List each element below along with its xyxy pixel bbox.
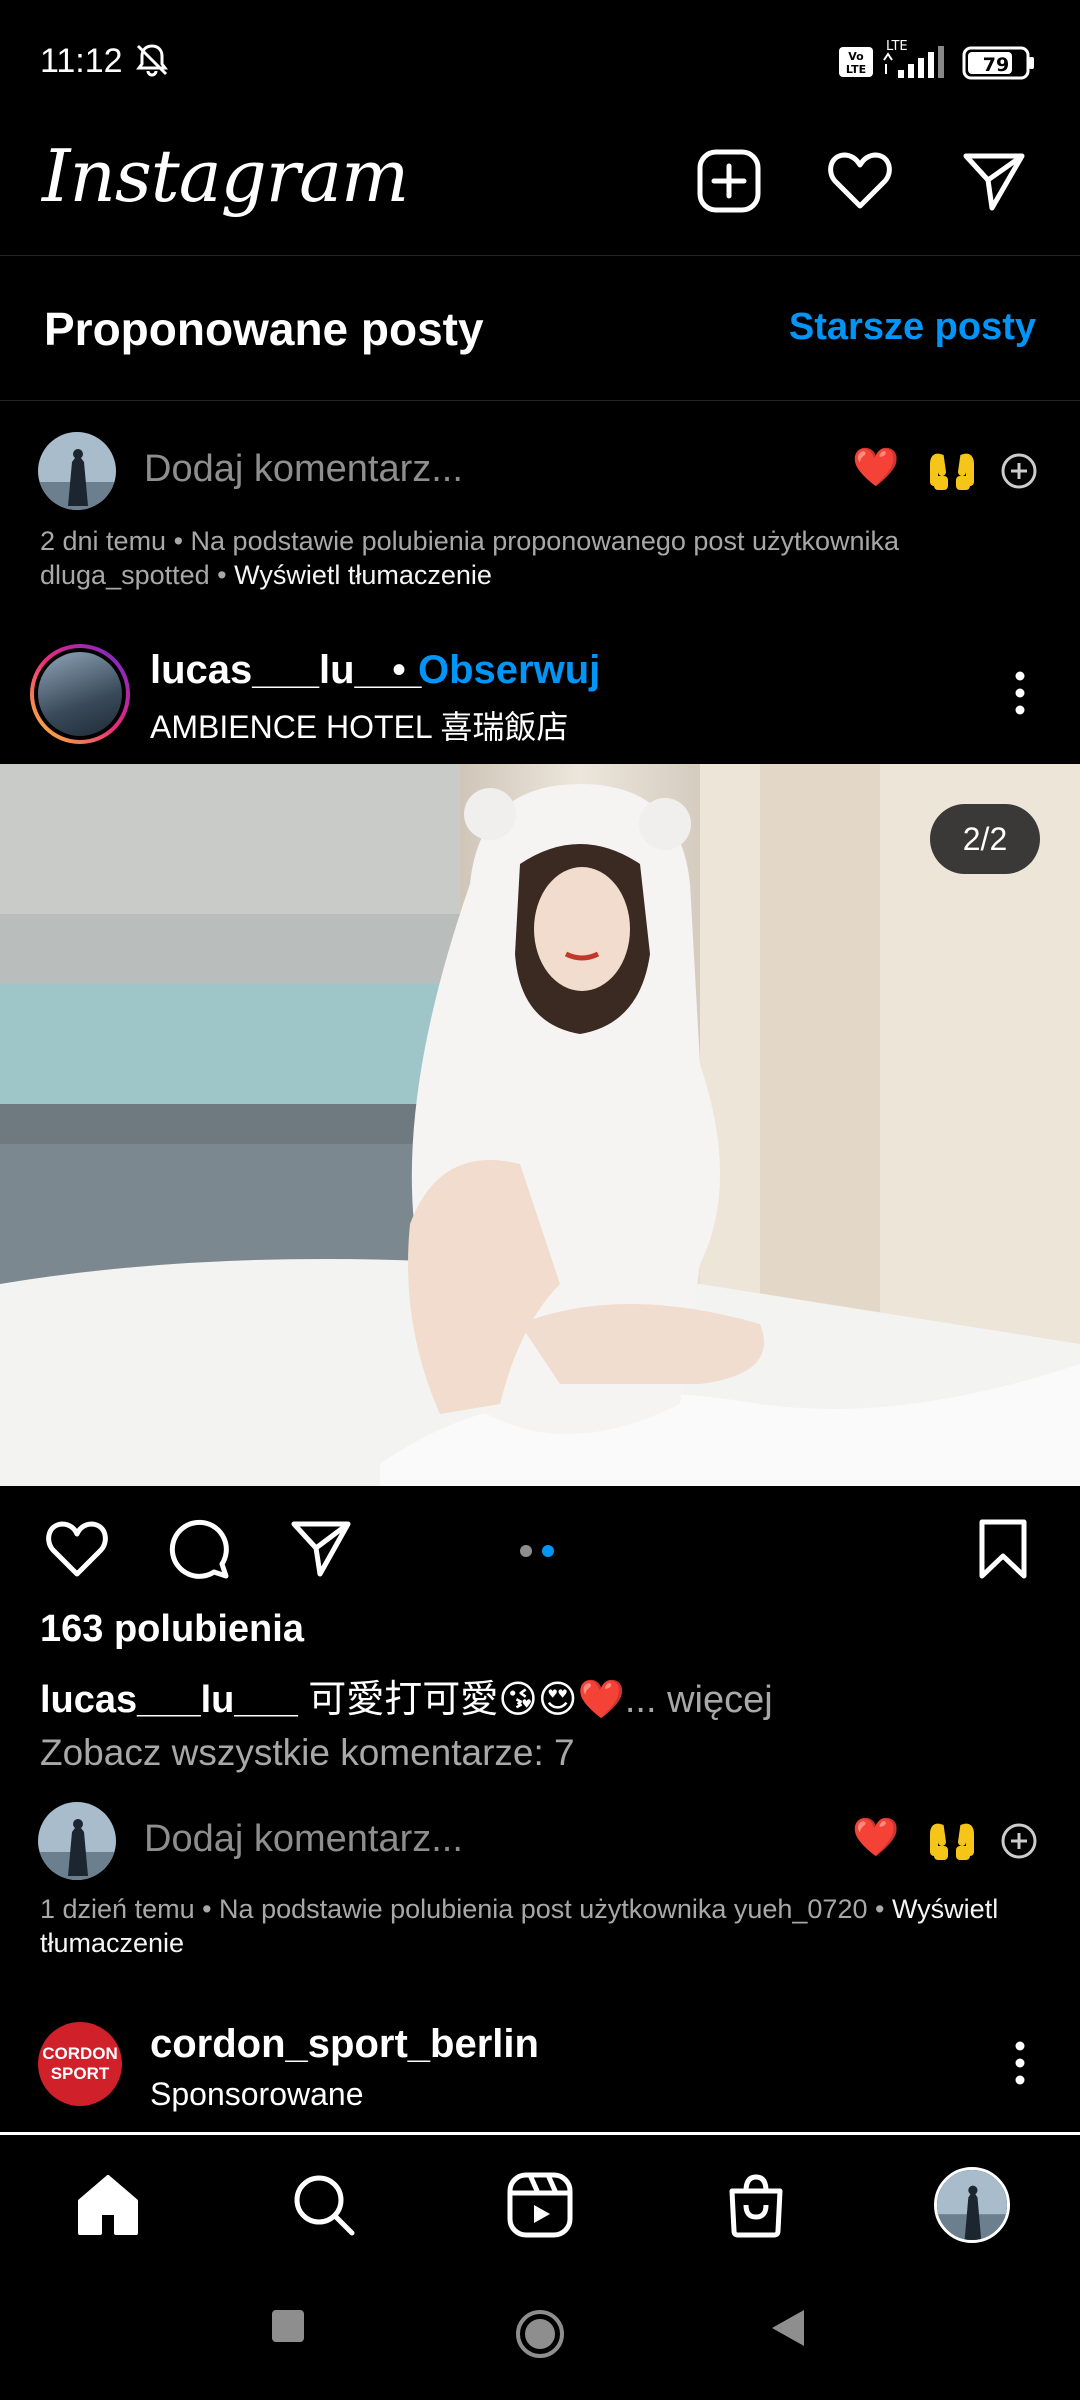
profile-avatar[interactable] <box>934 2167 1010 2243</box>
instagram-logo[interactable]: Instagram <box>42 134 409 218</box>
home-button-icon[interactable] <box>514 2308 566 2360</box>
caption-text: 可愛打可愛😘😍❤️ <box>297 1679 625 1721</box>
caption-more-link[interactable]: ... więcej <box>625 1679 773 1721</box>
carousel-indicator <box>520 1544 564 1562</box>
comment-input[interactable]: Dodaj komentarz... <box>144 448 463 491</box>
reels-icon[interactable] <box>504 2169 576 2241</box>
post-caption: lucas___lu___ 可愛打可愛😘😍❤️... więcej <box>40 1668 773 1723</box>
like-icon[interactable] <box>44 1516 110 1582</box>
post-photo <box>0 764 1080 1486</box>
separator-dot: • <box>392 648 407 692</box>
raising-hands-emoji-button[interactable] <box>926 1812 978 1864</box>
suggested-posts-title: Proponowane posty <box>44 303 484 355</box>
sponsored-post-header: CORDON SPORT cordon_sport_berlin Sponsor… <box>0 2000 1080 2130</box>
more-options-icon[interactable] <box>1006 668 1034 718</box>
add-comment-row: Dodaj komentarz... ❤️ <box>0 1790 1080 1890</box>
battery-level: 79 <box>983 54 1009 76</box>
post-meta-2: 1 dzień temu • Na podstawie polubienia p… <box>40 1892 1040 1960</box>
story-ring-avatar[interactable] <box>30 644 130 744</box>
status-bar: 11:12 Vo LTE LTE 79 <box>0 0 1080 120</box>
cordon-sport-logo[interactable]: CORDON SPORT <box>38 2022 122 2106</box>
raising-hands-emoji-button[interactable] <box>926 442 978 494</box>
battery-icon: 79 <box>962 46 1034 80</box>
save-bookmark-icon[interactable] <box>970 1516 1036 1582</box>
post-username[interactable]: lucas___lu___ <box>150 648 421 693</box>
carousel-dot-2 <box>542 1545 554 1557</box>
post-header: lucas___lu___ • Obserwuj AMBIENCE HOTEL … <box>0 622 1080 762</box>
search-icon[interactable] <box>288 2169 360 2241</box>
bottom-navigation <box>0 2132 1080 2272</box>
comment-icon[interactable] <box>166 1516 232 1582</box>
user-avatar <box>38 652 122 736</box>
carousel-counter: 2/2 <box>930 804 1040 874</box>
svg-text:LTE: LTE <box>846 63 866 76</box>
view-translation-link[interactable]: Wyświetl tłumaczenie <box>234 560 492 590</box>
home-icon[interactable] <box>72 2169 144 2241</box>
follow-button[interactable]: Obserwuj <box>418 648 600 693</box>
back-icon[interactable] <box>770 2308 806 2348</box>
post-location[interactable]: AMBIENCE HOTEL 喜瑞飯店 <box>150 702 568 748</box>
svg-text:Vo: Vo <box>848 50 864 63</box>
sponsored-label: Sponsorowane <box>150 2076 364 2112</box>
recent-apps-icon[interactable] <box>270 2308 306 2344</box>
caption-username[interactable]: lucas___lu___ <box>40 1679 298 1721</box>
heart-emoji-button[interactable]: ❤️ <box>852 446 899 490</box>
new-post-icon[interactable] <box>694 146 764 216</box>
sponsored-username[interactable]: cordon_sport_berlin <box>150 2022 539 2067</box>
add-emoji-icon[interactable] <box>1000 1822 1038 1860</box>
heart-icon[interactable] <box>825 146 895 216</box>
system-navigation <box>0 2272 1080 2400</box>
shop-icon[interactable] <box>720 2169 792 2241</box>
direct-message-icon[interactable] <box>958 146 1028 216</box>
volte-icon: Vo LTE <box>839 47 873 77</box>
post-meta-text: 1 dzień temu • Na podstawie polubienia p… <box>40 1894 892 1924</box>
add-emoji-icon[interactable] <box>1000 452 1038 490</box>
post-image[interactable]: 2/2 <box>0 764 1080 1486</box>
comment-input[interactable]: Dodaj komentarz... <box>144 1818 463 1861</box>
like-count[interactable]: 163 polubienia <box>40 1608 304 1651</box>
view-all-comments-link[interactable]: Zobacz wszystkie komentarze: 7 <box>40 1732 575 1774</box>
carousel-dot-1 <box>520 1545 532 1557</box>
muted-bell-icon <box>136 44 168 77</box>
heart-emoji-button[interactable]: ❤️ <box>852 1816 899 1860</box>
share-icon[interactable] <box>288 1516 354 1582</box>
network-label: LTE <box>886 39 908 54</box>
my-avatar <box>38 432 116 510</box>
post-actions <box>0 1500 1080 1600</box>
my-avatar <box>38 1802 116 1880</box>
post-meta-1: 2 dni temu • Na podstawie polubienia pro… <box>40 524 1040 592</box>
older-posts-link[interactable]: Starsze posty <box>789 306 1036 349</box>
status-time: 11:12 <box>40 42 123 80</box>
app-header: Instagram <box>0 120 1080 256</box>
more-options-icon[interactable] <box>1006 2038 1034 2088</box>
signal-icon: LTE <box>883 39 944 78</box>
suggested-posts-bar: Proponowane posty Starsze posty <box>0 256 1080 401</box>
add-comment-row: Dodaj komentarz... ❤️ <box>0 420 1080 520</box>
